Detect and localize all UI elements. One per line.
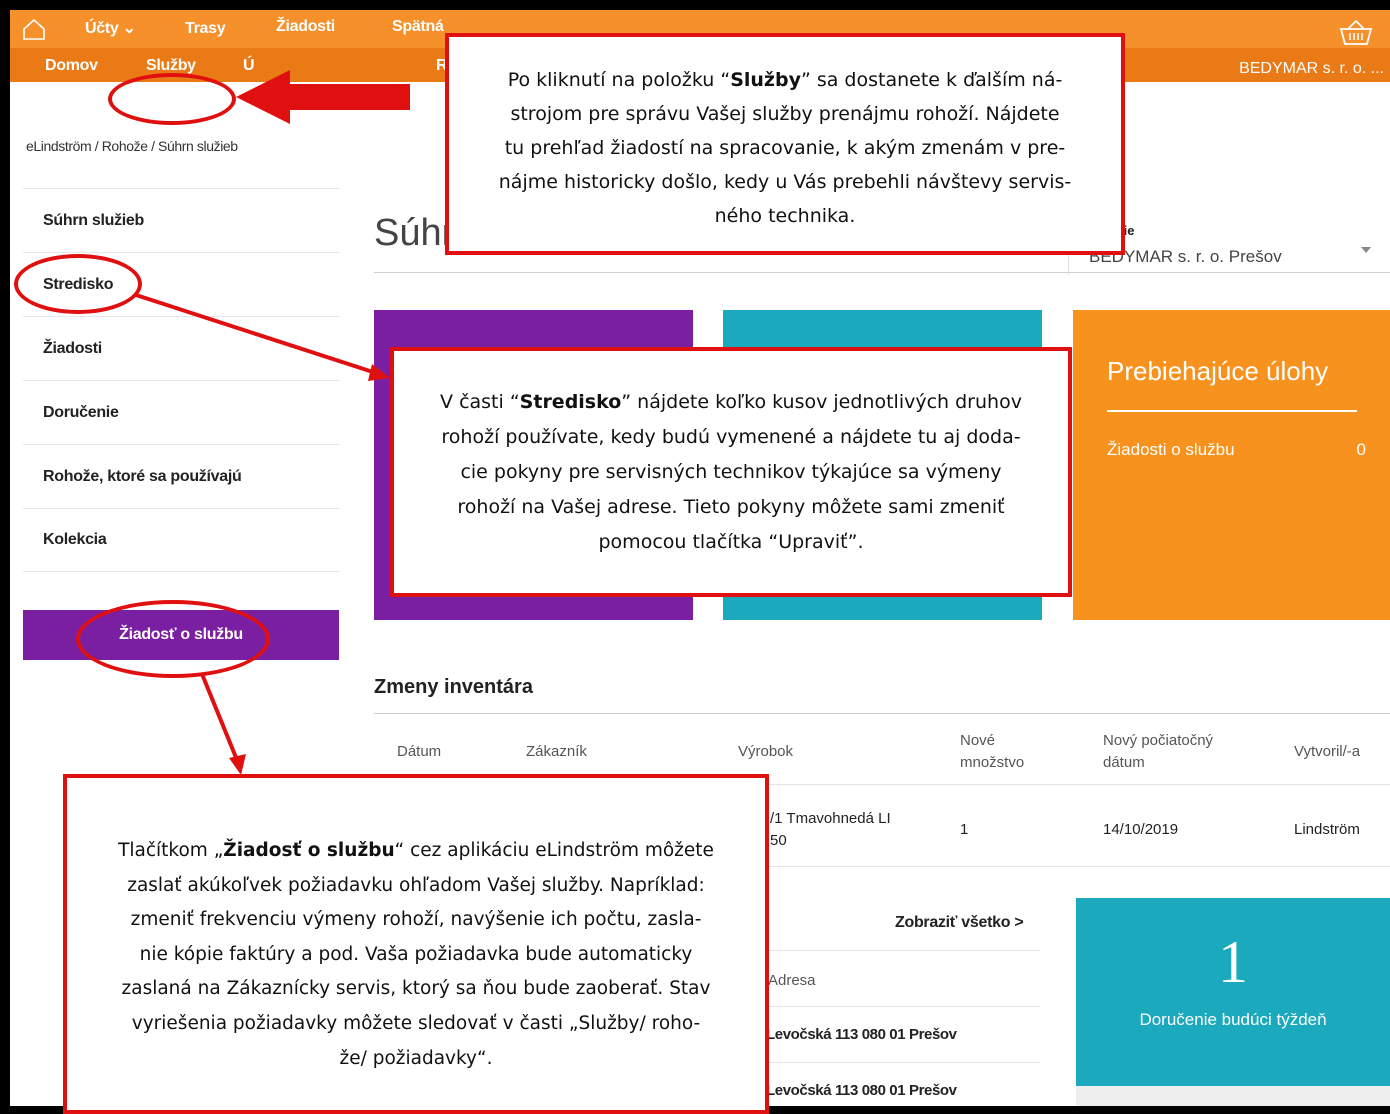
arrow-to-services [236, 70, 410, 124]
callout-services: Po kliknutí na položku “Služby” sa dosta… [445, 33, 1125, 255]
highlight-center [14, 254, 142, 314]
highlight-request-button [76, 600, 270, 678]
callout-service-request: Tlačítkom „Žiadosť o službu“ cez aplikác… [63, 774, 769, 1114]
arrow-to-request-head [229, 754, 246, 775]
arrow-to-center-head [368, 364, 390, 381]
highlight-services [108, 73, 236, 125]
arrow-to-request-line [200, 673, 239, 761]
callout-center: V časti “Stredisko” nájdete koľko kusov … [390, 347, 1072, 597]
arrow-to-center-line [135, 293, 377, 375]
